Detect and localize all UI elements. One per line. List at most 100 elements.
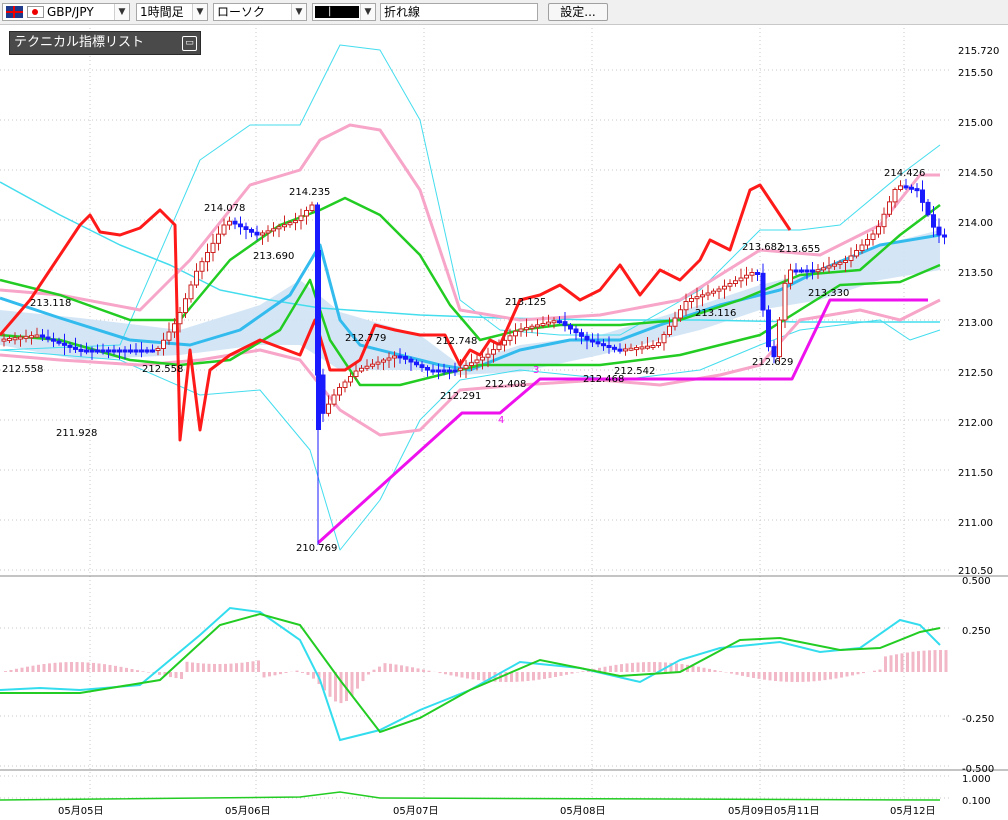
date-axis-label: 05月08日 [560,805,605,817]
macd-histogram-bar [559,672,563,676]
candle-body [612,346,617,350]
candle-body [436,369,441,373]
candle-body [722,285,727,290]
macd-histogram-bar [130,669,134,672]
macd-histogram-bar [917,651,920,672]
macd-histogram-bar [92,662,95,672]
line-color-select[interactable]: | ▼ [312,3,376,21]
line-type-field[interactable]: 折れ線 [380,3,538,21]
macd-histogram-bar [53,662,57,672]
macd-histogram-bar [191,662,194,672]
macd-axis-label: 0.500 [962,576,991,587]
settings-button[interactable]: 設定... [548,3,608,21]
candle-body [584,335,590,341]
macd-histogram-bar [900,653,904,672]
candle-body [892,189,898,203]
candle-body [166,331,172,341]
macd-histogram-bar [169,672,172,678]
candle-body [529,325,535,329]
candle-body [155,348,161,351]
macd-histogram-bar [906,652,909,672]
candle-body [562,321,568,326]
chevron-down-icon[interactable]: ▼ [360,4,375,20]
chart-grid [0,24,1008,800]
macd-histogram-bar [829,672,832,680]
date-axis-label: 05月11日 [774,805,819,817]
chart-style-select[interactable]: ローソク ▼ [213,3,307,21]
candle-body [590,339,595,343]
macd-histogram-bar [70,662,73,672]
candle-body [942,234,947,238]
settings-button-label: 設定... [560,5,596,19]
timeframe-select[interactable]: 1時間足 ▼ [136,3,208,21]
candle-body [144,349,150,353]
macd-histogram-bar [471,672,475,680]
macd-histogram-bar [735,672,739,675]
chevron-down-icon[interactable]: ▼ [114,4,129,20]
candle-body [760,272,766,311]
candle-body [161,339,166,349]
chevron-down-icon[interactable]: ▼ [192,4,207,20]
candle-body [12,337,18,341]
candle-body [177,312,183,325]
chart-area[interactable]: 214.078 214.235 213.690 213.118 212.558 212.5… [0,24,1008,820]
candle-body [925,201,931,216]
macd-histogram-bar [262,672,266,678]
candle-body [788,269,793,284]
candle-body [579,332,584,337]
macd-histogram-bar [59,662,62,672]
candle-body [887,201,892,215]
macd-histogram-bar [752,672,755,678]
price-annotation: 213.118 [30,298,71,309]
candle-body [40,334,45,338]
currency-pair-select[interactable]: GBP/JPY ▼ [2,3,130,21]
candle-body [353,370,359,377]
candle-body [480,356,485,361]
macd-histogram-bar [856,672,860,675]
price-annotation: 213.682 [742,242,783,253]
candle-body [848,255,854,261]
macd-histogram-bar [730,672,733,674]
macd-histogram-bar [862,672,865,674]
macd-histogram-bar [367,672,370,675]
candle-body [491,349,496,355]
macd-histogram-bar [642,662,645,672]
minimize-icon[interactable]: ▭ [182,36,197,51]
candle-body [804,269,810,273]
candle-body [672,317,678,327]
macd-histogram-bar [141,671,145,672]
candle-body [689,298,694,302]
technical-indicator-list[interactable]: テクニカル指標リスト ▭ [9,31,201,55]
ma-mid-line [0,196,941,342]
candle-body [73,346,78,350]
macd-histogram-bar [884,656,887,672]
candle-body [78,348,84,352]
candle-body [623,348,628,352]
date-axis-label: 05月06日 [225,805,270,817]
candle-body [667,325,672,335]
candle-body [458,367,463,371]
macd-histogram-bar [911,651,915,672]
macd-histogram-bar [719,671,722,672]
candle-body [700,294,705,298]
candle-body [243,226,249,230]
candle-body [282,224,287,228]
candle-body [304,210,309,217]
macd-histogram-bar [235,663,238,672]
macd-histogram-bar [455,672,458,677]
macd-histogram-bar [229,663,233,672]
macd-histogram-bar [383,663,387,672]
chevron-down-icon[interactable]: ▼ [291,4,306,20]
candle-body [650,345,656,348]
candle-body [914,188,920,192]
candle-body [199,261,205,272]
macd-histogram-bar [251,661,255,672]
timeframe-value: 1時間足 [140,5,184,19]
macd-histogram-bar [895,654,898,672]
macd-histogram-bar [477,672,480,681]
candle-body [316,250,321,430]
macd-histogram-bar [9,669,13,672]
candle-body [276,226,282,230]
candle-body [232,220,238,225]
macd-histogram-bar [257,660,260,672]
